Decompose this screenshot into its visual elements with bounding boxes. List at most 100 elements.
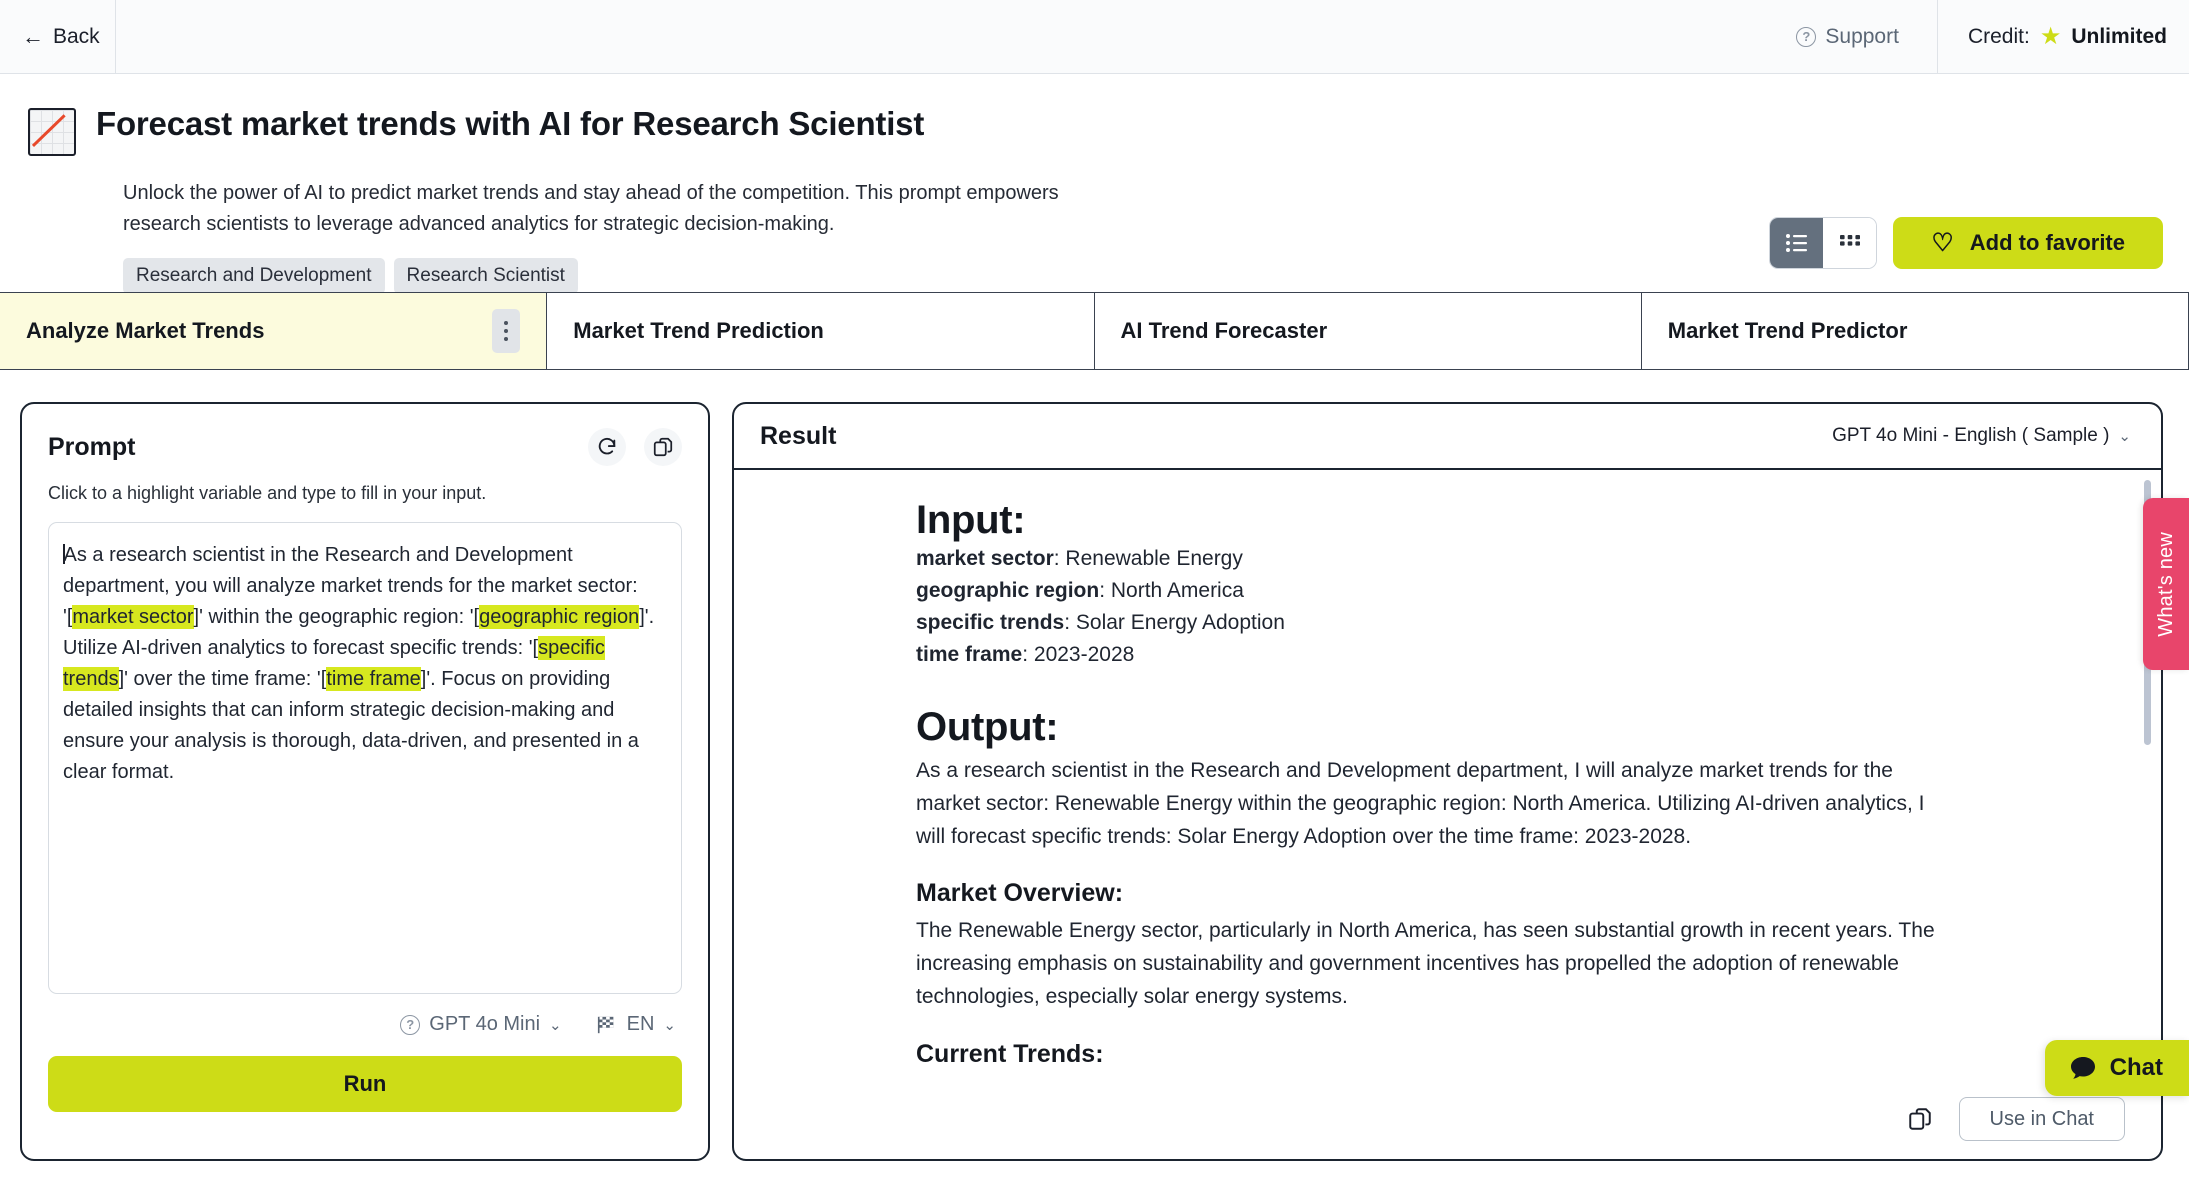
tag-item[interactable]: Research Scientist (393, 258, 578, 294)
tab-market-trend-predictor[interactable]: Market Trend Predictor (1641, 293, 2189, 369)
top-bar: ← Back ? Support Credit: ★ Unlimited (0, 0, 2189, 74)
section-body-market-overview: The Renewable Energy sector, particularl… (916, 919, 1935, 1009)
prompt-panel-title: Prompt (48, 432, 136, 461)
chat-bubble-icon (2070, 1057, 2095, 1079)
top-bar-spacer (116, 0, 1796, 73)
input-field-key: time frame (916, 642, 1023, 666)
copy-result-button[interactable] (1907, 1106, 1933, 1132)
prompt-panel-header: Prompt (48, 428, 682, 466)
result-panel-title: Result (760, 421, 837, 450)
input-field-value: : Solar Energy Adoption (1064, 610, 1285, 634)
list-view-button[interactable] (1770, 218, 1824, 268)
back-button-label: Back (53, 24, 100, 48)
tab-label: Market Trend Prediction (573, 318, 824, 343)
prompt-static-text: ]' within the geographic region: '[ (193, 606, 480, 628)
page-title: Forecast market trends with AI for Resea… (96, 105, 925, 142)
input-field-value: : 2023-2028 (1022, 642, 1135, 666)
input-field-row: geographic region: North America (916, 575, 1956, 607)
help-circle-icon: ? (1796, 26, 1817, 47)
arrow-left-icon: ← (22, 23, 44, 49)
result-model-label: GPT 4o Mini - English ( Sample ) (1832, 425, 2110, 446)
tab-market-trend-prediction[interactable]: Market Trend Prediction (547, 293, 1095, 369)
add-to-favorite-button[interactable]: ♡ Add to favorite (1893, 217, 2163, 269)
prompt-input[interactable]: As a research scientist in the Research … (48, 522, 682, 994)
tab-analyze-market-trends[interactable]: Analyze Market Trends (0, 293, 548, 369)
copy-prompt-button[interactable] (644, 428, 682, 466)
prompt-variable[interactable]: geographic region (479, 605, 640, 629)
tab-bar: Analyze Market Trends Market Trend Predi… (0, 292, 2189, 370)
chart-up-icon (28, 108, 76, 156)
input-field-value: : North America (1099, 578, 1244, 602)
tab-label: AI Trend Forecaster (1120, 318, 1328, 343)
input-field-key: specific trends (916, 610, 1065, 634)
prompt-static-text: ]' over the time frame: '[ (118, 668, 327, 690)
input-field-row: specific trends: Solar Energy Adoption (916, 607, 1956, 639)
page-header: Forecast market trends with AI for Resea… (0, 74, 2189, 294)
credit-indicator[interactable]: Credit: ★ Unlimited (1936, 0, 2189, 73)
main-content: Prompt Click to a highlight variable and… (0, 370, 2189, 1183)
copy-icon (1908, 1108, 1931, 1130)
heart-icon: ♡ (1931, 228, 1954, 257)
model-selector[interactable]: ? GPT 4o Mini ⌄ (400, 1013, 562, 1036)
tab-overflow-menu-icon[interactable] (492, 309, 521, 353)
input-field-value: : Renewable Energy (1053, 547, 1243, 570)
whats-new-label: What's new (2154, 531, 2177, 637)
back-button[interactable]: ← Back (0, 0, 116, 73)
refresh-icon (598, 437, 616, 455)
output-intro-paragraph: As a research scientist in the Research … (916, 758, 1925, 848)
prompt-panel: Prompt Click to a highlight variable and… (20, 402, 710, 1161)
prompt-hint-text: Click to a highlight variable and type t… (48, 483, 487, 503)
input-field-key: geographic region (916, 578, 1100, 602)
credit-value: Unlimited (2071, 24, 2167, 48)
result-footer: Use in Chat (734, 1085, 2161, 1159)
header-actions: ♡ Add to favorite (1769, 217, 2163, 269)
flag-icon (597, 1016, 613, 1033)
input-field-row: market sector: Renewable Energy (916, 543, 1956, 575)
result-body: Input: market sector: Renewable Energy ge… (734, 470, 2161, 1085)
input-field-row: time frame: 2023-2028 (916, 639, 1956, 671)
tag-item[interactable]: Research and Development (123, 258, 385, 294)
prompt-variable[interactable]: time frame (326, 667, 421, 691)
input-field-key: market sector (916, 547, 1054, 570)
tab-ai-trend-forecaster[interactable]: AI Trend Forecaster (1094, 293, 1642, 369)
star-icon: ★ (2039, 22, 2062, 50)
model-selector-label: GPT 4o Mini (429, 1013, 541, 1035)
tab-label: Analyze Market Trends (26, 318, 265, 343)
section-heading-market-overview: Market Overview: (916, 879, 1124, 908)
chat-widget-button[interactable]: Chat (2044, 1040, 2189, 1096)
result-panel-header: Result GPT 4o Mini - English ( Sample ) … (734, 404, 2161, 470)
grid-icon (1839, 235, 1860, 246)
add-to-favorite-label: Add to favorite (1969, 230, 2125, 255)
chevron-down-icon: ⌄ (2118, 428, 2131, 445)
prompt-footer: ? GPT 4o Mini ⌄ EN ⌄ (48, 1013, 682, 1036)
prompt-panel-actions (588, 428, 682, 466)
list-icon (1785, 234, 1807, 252)
credit-label: Credit: (1967, 24, 2030, 48)
prompt-text-content: As a research scientist in the Research … (63, 544, 654, 783)
input-field-list: market sector: Renewable Energy geographi… (916, 543, 1956, 671)
input-heading: Input: (916, 498, 1026, 542)
use-in-chat-button[interactable]: Use in Chat (1958, 1097, 2125, 1141)
help-circle-icon: ? (400, 1014, 421, 1035)
whats-new-tab[interactable]: What's new (2143, 498, 2189, 670)
list-item: Growth in Solar Installations: There is … (954, 1083, 1956, 1085)
prompt-variable[interactable]: market sector (72, 605, 194, 629)
support-button[interactable]: ? Support (1796, 0, 1937, 73)
grid-view-button[interactable] (1823, 218, 1877, 268)
output-heading: Output: (916, 704, 1059, 749)
result-panel: Result GPT 4o Mini - English ( Sample ) … (732, 402, 2163, 1161)
chat-widget-label: Chat (2109, 1054, 2163, 1081)
run-button[interactable]: Run (48, 1056, 682, 1112)
tab-label: Market Trend Predictor (1667, 318, 1908, 343)
chevron-down-icon: ⌄ (663, 1016, 676, 1034)
result-model-selector[interactable]: GPT 4o Mini - English ( Sample ) ⌄ (1832, 425, 2131, 447)
language-selector[interactable]: EN ⌄ (596, 1013, 676, 1036)
view-toggle-group (1769, 217, 1878, 269)
current-trends-list: Growth in Solar Installations: There is … (916, 1083, 1956, 1085)
chevron-down-icon: ⌄ (549, 1016, 562, 1034)
language-selector-label: EN (626, 1013, 655, 1035)
section-heading-current-trends: Current Trends: (916, 1039, 1104, 1068)
reset-prompt-button[interactable] (588, 428, 626, 466)
page-description: Unlock the power of AI to predict market… (123, 182, 1059, 235)
support-label: Support (1825, 24, 1899, 48)
